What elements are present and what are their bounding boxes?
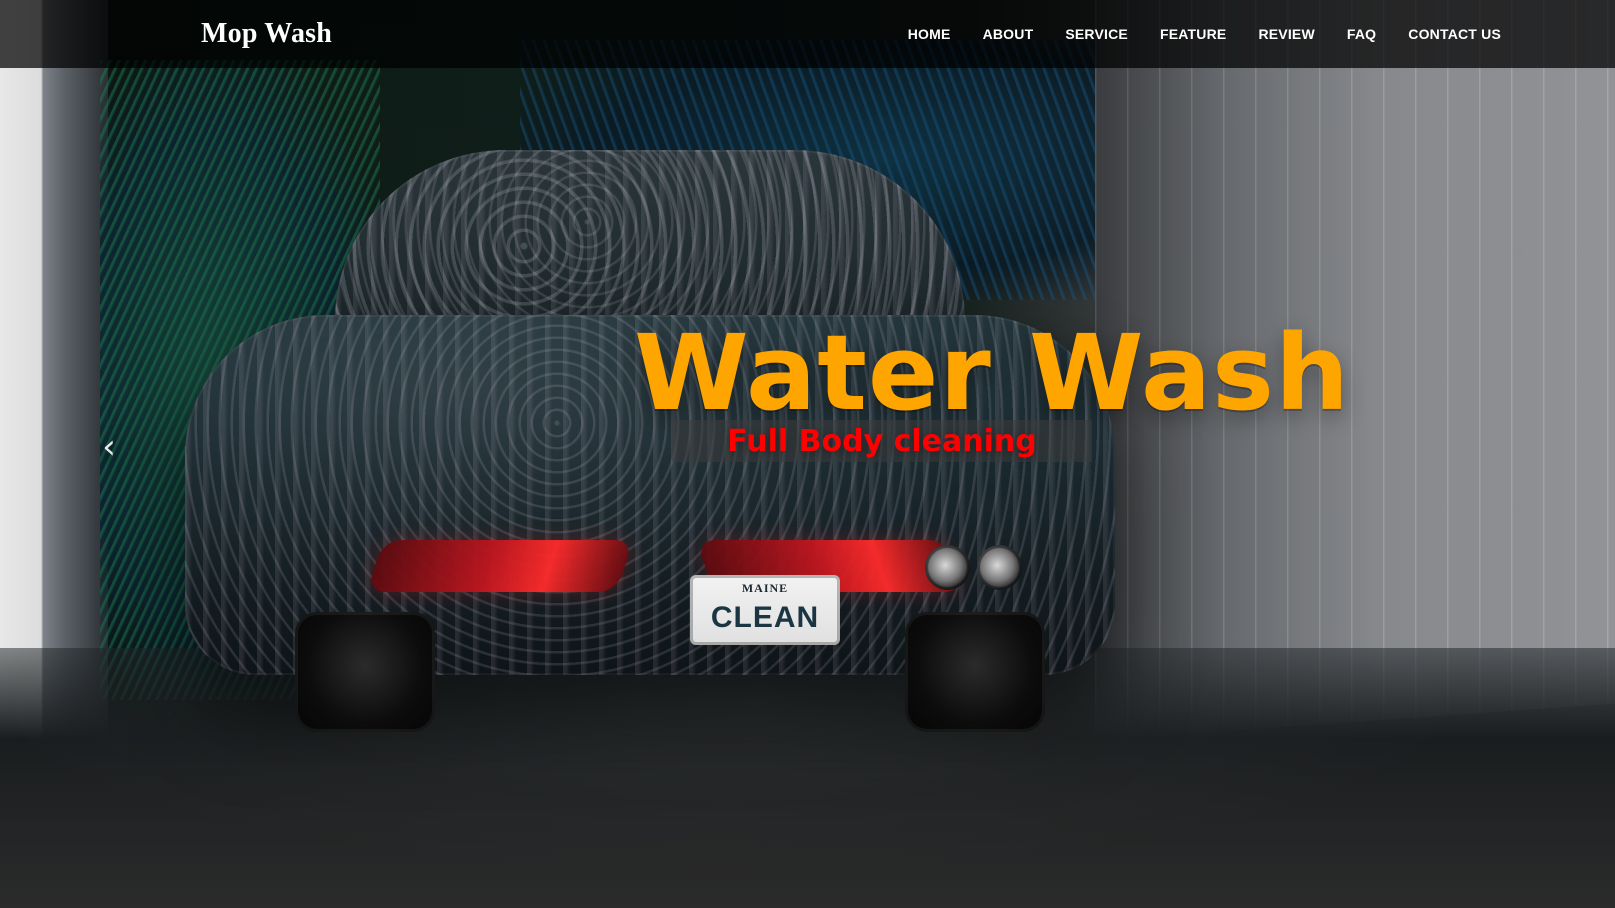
tire-right — [905, 612, 1045, 732]
nav-about-link[interactable]: ABOUT — [983, 26, 1034, 42]
carousel-prev-button[interactable]: ‹ — [92, 430, 126, 464]
nav-review-link[interactable]: REVIEW — [1258, 26, 1314, 42]
exhaust-pipe — [925, 545, 970, 590]
top-navbar: Mop Wash HOME ABOUT SERVICE FEATURE REVI… — [0, 0, 1615, 68]
hero-title: Water Wash — [634, 312, 1351, 434]
brand-logo-text[interactable]: Mop Wash — [201, 18, 332, 50]
nav-service-link[interactable]: SERVICE — [1065, 26, 1128, 42]
license-plate-state: MAINE — [741, 581, 789, 595]
nav-feature-link[interactable]: FEATURE — [1160, 26, 1226, 42]
exhaust-pipe — [977, 545, 1022, 590]
nav-faq-link[interactable]: FAQ — [1347, 26, 1376, 42]
exhaust-pipes — [925, 545, 1035, 590]
hero-subtitle: Full Body cleaning — [727, 423, 1037, 459]
nav-home-link[interactable]: HOME — [908, 26, 951, 42]
nav-contact-us-link[interactable]: CONTACT US — [1408, 26, 1501, 42]
tire-left — [295, 612, 435, 732]
hero-subtitle-panel: Full Body cleaning — [672, 420, 1092, 462]
license-plate: MAINE CLEAN — [690, 575, 840, 645]
license-plate-text: CLEAN — [710, 601, 820, 634]
tail-light-left — [366, 540, 634, 592]
chevron-left-icon: ‹ — [102, 427, 116, 467]
hero-section: MAINE CLEAN Mop Wash HOME ABOUT SERVICE … — [0, 0, 1615, 908]
main-nav: HOME ABOUT SERVICE FEATURE REVIEW FAQ CO… — [908, 0, 1501, 68]
